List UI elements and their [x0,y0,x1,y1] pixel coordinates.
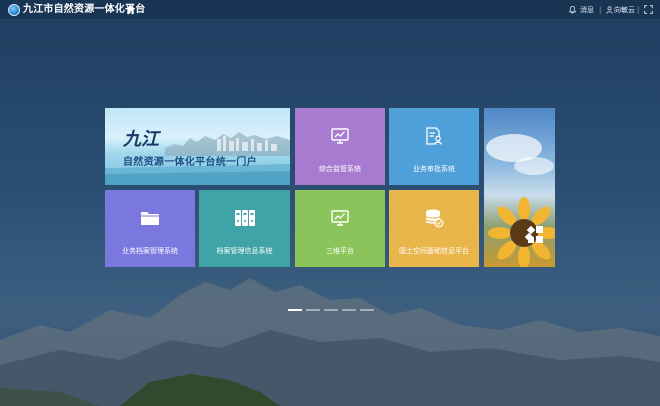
tile-label: 业务审批系统 [413,165,455,173]
tile-label: 综合监管系统 [319,165,361,173]
carousel-dot[interactable] [360,309,374,311]
top-navigation-bar: 九江市自然资源一体化平台 消息 | 向敏云 | [0,0,660,20]
banner-title: 自然资源一体化平台统一门户 [123,157,257,168]
messages-link[interactable]: 消息 [580,5,594,15]
app-logo [8,4,20,16]
background-mountains [0,278,660,406]
document-user-icon [426,127,443,145]
header-separator: | [599,6,602,14]
carousel-dot[interactable] [342,309,356,311]
fullscreen-icon[interactable] [644,5,653,14]
bell-icon[interactable] [569,6,576,14]
user-name[interactable]: 向敏云 [614,5,635,15]
banner-logo-text: 九江 [123,129,159,150]
tile-spatial-info[interactable]: 国土空间基础信息平台 [389,190,479,267]
tile-archive-info[interactable]: 档案管理信息系统 [199,190,290,267]
tile-label: 档案管理信息系统 [216,247,273,255]
tile-comprehensive-supervision[interactable]: 综合监管系统 [295,108,385,185]
carousel-dot[interactable] [306,309,320,311]
tile-label: 国土空间基础信息平台 [399,247,469,255]
tile-label: 业务档案管理系统 [122,247,178,255]
carousel-dot[interactable] [324,309,338,311]
folder-icon [141,212,159,225]
database-icon [425,209,444,228]
monitor-chart-icon [331,210,349,226]
home-icon[interactable] [125,4,136,15]
monitor-chart-icon [331,128,349,144]
header-separator-2: | [637,6,640,14]
user-icon [606,6,613,14]
tile-label: 三维平台 [326,247,354,255]
tile-business-approval[interactable]: 业务审批系统 [389,108,479,185]
tile-business-archive[interactable]: 业务档案管理系统 [105,190,195,267]
portal-banner[interactable]: 九江 自然资源一体化平台统一门户 [105,108,290,185]
carousel-indicators [288,309,374,311]
carousel-dot[interactable] [288,309,302,311]
tile-3d-platform[interactable]: 三维平台 [295,190,385,267]
more-apps-tile[interactable] [484,108,555,267]
apps-grid-icon [525,225,543,243]
binders-icon [234,210,255,226]
